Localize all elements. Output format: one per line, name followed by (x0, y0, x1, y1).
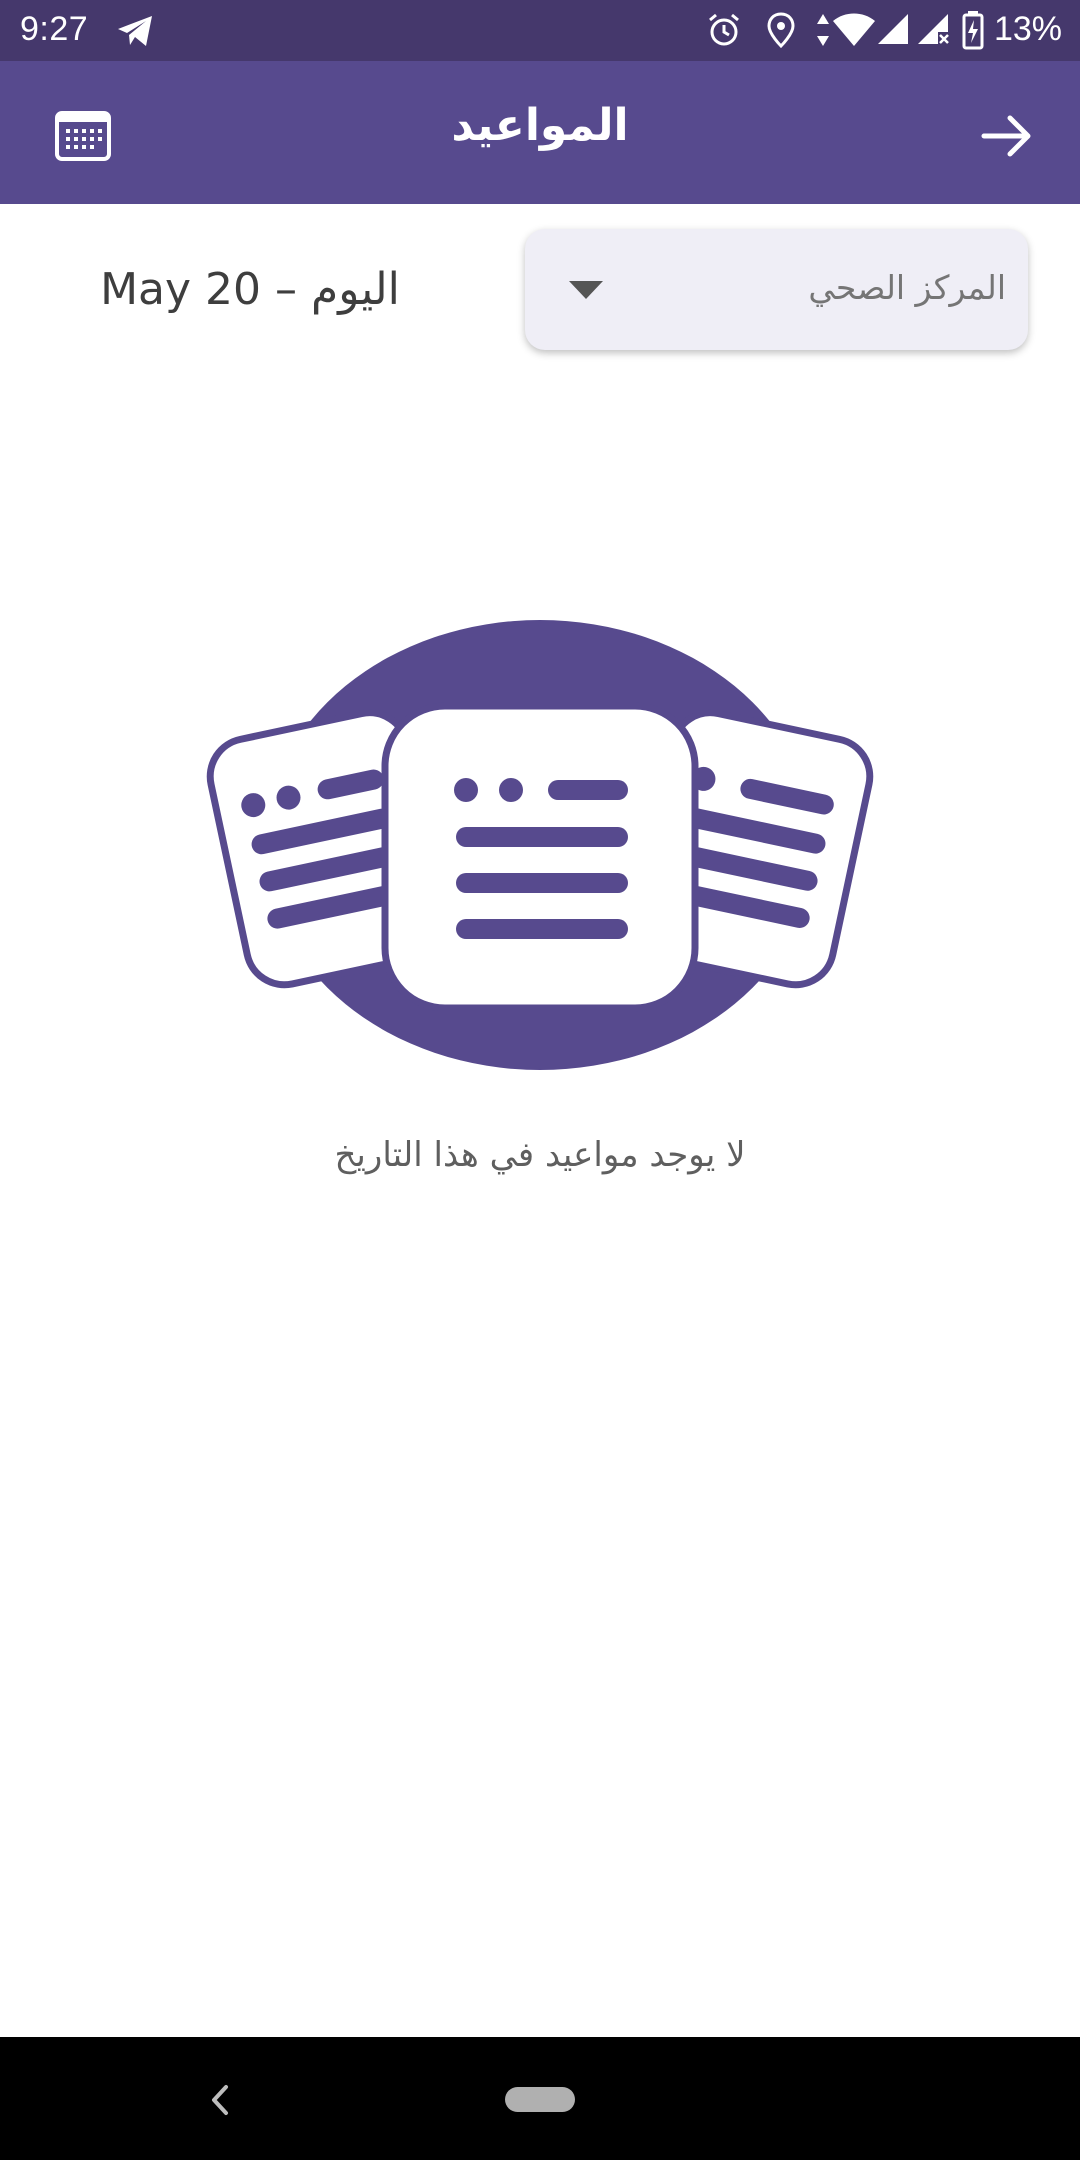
signal-icon (878, 14, 908, 44)
documents-illustration (206, 620, 874, 1070)
health-center-dropdown[interactable]: المركز الصحي (525, 229, 1028, 350)
signal-x-icon (918, 14, 949, 44)
alarm-icon (709, 13, 739, 46)
wifi-icon (833, 13, 875, 46)
app-bar: المواعيد (0, 61, 1080, 204)
date-label[interactable]: May 20 – اليوم (60, 264, 440, 315)
center-paper (381, 702, 699, 1012)
empty-state-message: لا يوجد مواعيد في هذا التاريخ (334, 1135, 746, 1175)
arrow-right-icon[interactable] (970, 101, 1046, 171)
telegram-icon (118, 16, 152, 46)
status-bar: 9:27 13% (0, 0, 1080, 61)
data-arrows-icon (817, 14, 829, 46)
status-time: 9:27 (20, 10, 89, 48)
battery-percentage: 13% (993, 10, 1062, 48)
page-title: المواعيد (451, 100, 629, 151)
calendar-icon[interactable] (40, 97, 126, 177)
home-pill[interactable] (505, 2087, 575, 2112)
dropdown-selected-value: المركز الصحي (808, 268, 1006, 307)
navigation-bar (0, 2037, 1080, 2160)
back-icon[interactable] (200, 2077, 240, 2123)
chevron-down-icon (569, 281, 603, 299)
location-icon (767, 12, 795, 48)
battery-charging-icon (962, 11, 984, 50)
filter-row: May 20 – اليوم المركز الصحي (0, 204, 1080, 364)
